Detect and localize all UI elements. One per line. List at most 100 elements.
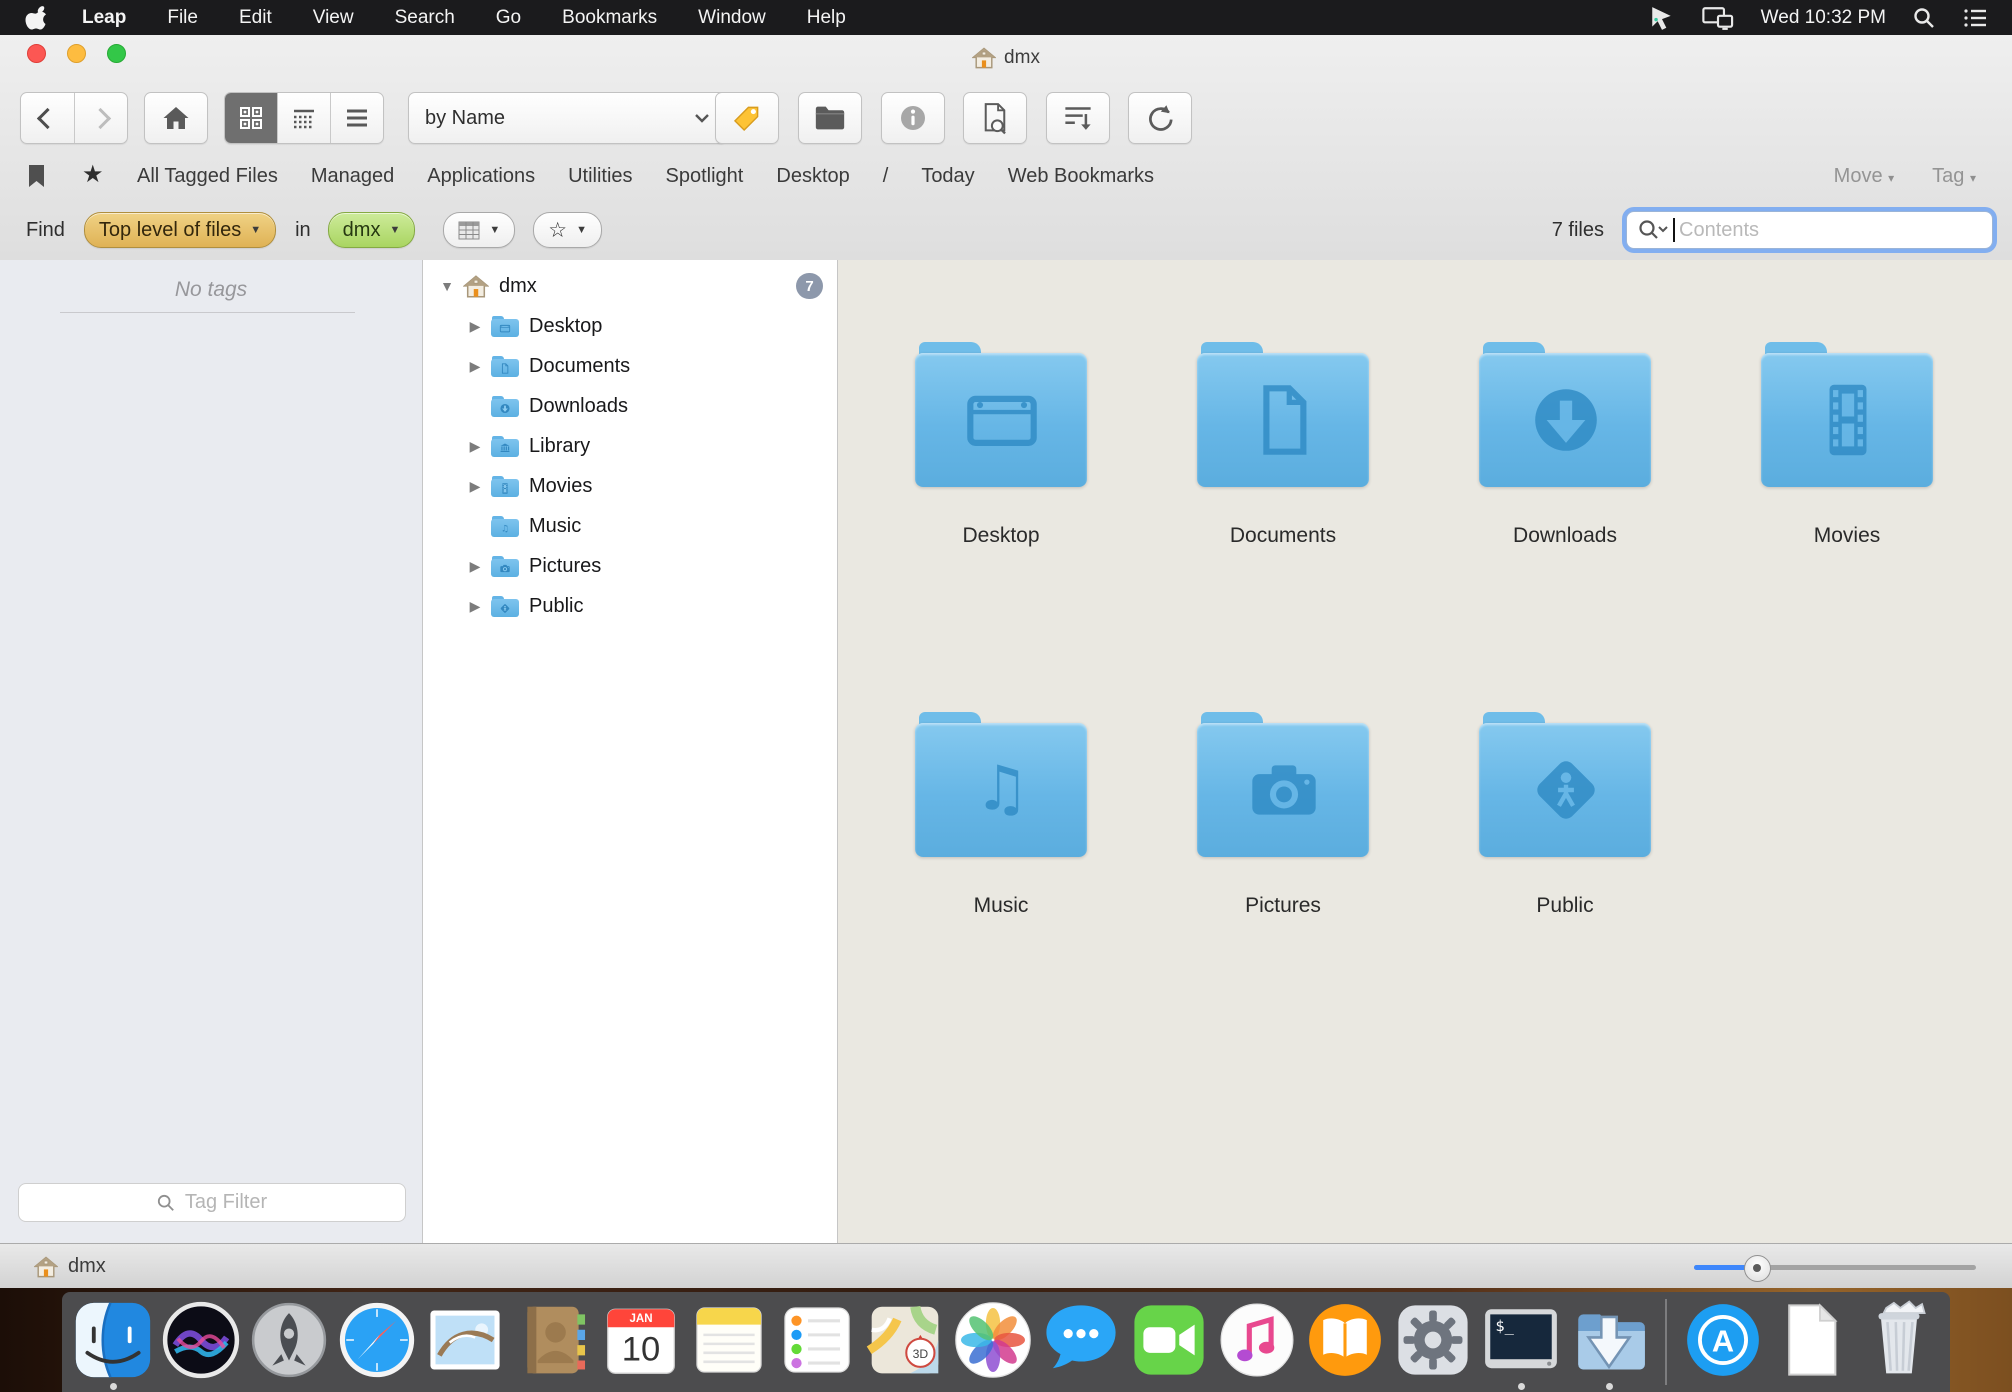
desktop-folder-icon[interactable] — [915, 342, 1087, 494]
disclosure-open-icon[interactable]: ▼ — [439, 278, 455, 294]
tree-item-desktop[interactable]: ▶ Desktop — [423, 306, 837, 346]
icon-view-button[interactable] — [225, 93, 277, 143]
music-folder-icon[interactable]: ♫ — [915, 712, 1087, 864]
arrange-button[interactable] — [1046, 92, 1110, 144]
pointer-icon[interactable] — [1649, 5, 1675, 31]
bookmark-item-desktop[interactable]: Desktop — [776, 165, 849, 188]
dock-notes-icon[interactable] — [688, 1299, 770, 1381]
menu-view[interactable]: View — [313, 7, 354, 29]
tag-filter-input[interactable]: Tag Filter — [18, 1183, 406, 1222]
dock-safari-icon[interactable] — [336, 1299, 418, 1381]
downloads-folder-icon[interactable] — [1479, 342, 1651, 494]
folder-public[interactable]: Public — [1424, 712, 1706, 918]
move-dropdown[interactable]: Move ▾ — [1834, 165, 1895, 188]
menu-help[interactable]: Help — [807, 7, 846, 29]
tree-item-music[interactable]: ♫ Music — [423, 506, 837, 546]
tree-item-movies[interactable]: ▶ Movies — [423, 466, 837, 506]
dock-contacts-icon[interactable] — [512, 1299, 594, 1381]
dock-calendar-icon[interactable]: JAN10 — [600, 1299, 682, 1381]
movies-folder-icon[interactable] — [1761, 342, 1933, 494]
refresh-button[interactable] — [1128, 92, 1192, 144]
bookmark-item-spotlight[interactable]: Spotlight — [666, 165, 744, 188]
dock-terminal-icon[interactable]: $_ — [1480, 1299, 1562, 1381]
menu-bookmarks[interactable]: Bookmarks — [562, 7, 657, 29]
dock-itunes-icon[interactable] — [1216, 1299, 1298, 1381]
tree-item-downloads[interactable]: Downloads — [423, 386, 837, 426]
dock-document-icon[interactable] — [1770, 1299, 1852, 1381]
tree-item-root[interactable]: ▼ dmx 7 — [423, 266, 837, 306]
new-folder-button[interactable] — [798, 92, 862, 144]
apple-logo-icon[interactable] — [22, 5, 52, 31]
tree-item-documents[interactable]: ▶ Documents — [423, 346, 837, 386]
disclosure-closed-icon[interactable]: ▶ — [467, 358, 483, 375]
disclosure-closed-icon[interactable]: ▶ — [467, 318, 483, 335]
dock-mail-icon[interactable] — [424, 1299, 506, 1381]
dock-ibooks-icon[interactable] — [1304, 1299, 1386, 1381]
sort-order-dropdown[interactable]: by Name — [408, 92, 727, 144]
tree-item-public[interactable]: ▶ Public — [423, 586, 837, 626]
home-button[interactable] — [144, 92, 208, 144]
folder-desktop[interactable]: Desktop — [860, 342, 1142, 548]
bookmark-item-applications[interactable]: Applications — [427, 165, 535, 188]
menu-leap[interactable]: Leap — [82, 7, 126, 29]
menu-edit[interactable]: Edit — [239, 7, 272, 29]
dock-maps-icon[interactable]: 3D — [864, 1299, 946, 1381]
bookmark-item--[interactable]: / — [883, 165, 889, 188]
dock-leap-icon[interactable] — [1568, 1299, 1650, 1381]
menu-clock[interactable]: Wed 10:32 PM — [1761, 7, 1886, 29]
displays-icon[interactable] — [1701, 5, 1735, 31]
scope-dropdown[interactable]: Top level of files▼ — [84, 212, 276, 248]
spotlight-search-icon[interactable] — [1912, 6, 1936, 30]
dock-trash-icon[interactable] — [1858, 1299, 1940, 1381]
preview-button[interactable] — [963, 92, 1027, 144]
folder-documents[interactable]: Documents — [1142, 342, 1424, 548]
bookmark-item-managed[interactable]: Managed — [311, 165, 394, 188]
bookmark-item-all-tagged-files[interactable]: All Tagged Files — [137, 165, 278, 188]
menu-file[interactable]: File — [167, 7, 198, 29]
forward-button[interactable] — [74, 93, 127, 143]
disclosure-closed-icon[interactable]: ▶ — [467, 478, 483, 495]
folder-movies[interactable]: Movies — [1706, 342, 1988, 548]
dock-reminders-icon[interactable] — [776, 1299, 858, 1381]
search-magnifier-icon[interactable] — [1638, 219, 1668, 241]
bookmark-icon[interactable] — [28, 164, 45, 188]
folder-pictures[interactable]: Pictures — [1142, 712, 1424, 918]
bookmark-item-web-bookmarks[interactable]: Web Bookmarks — [1008, 165, 1154, 188]
dock-facetime-icon[interactable] — [1128, 1299, 1210, 1381]
notification-center-icon[interactable] — [1962, 6, 1988, 30]
dock-app-store-icon[interactable]: A — [1682, 1299, 1764, 1381]
tree-item-pictures[interactable]: ▶ Pictures — [423, 546, 837, 586]
title-bar[interactable]: dmx — [0, 35, 2012, 80]
bookmark-item-utilities[interactable]: Utilities — [568, 165, 632, 188]
disclosure-closed-icon[interactable]: ▶ — [467, 558, 483, 575]
tag-dropdown[interactable]: Tag ▾ — [1932, 165, 1976, 188]
location-dropdown[interactable]: dmx▼ — [328, 212, 416, 248]
bookmark-item-today[interactable]: Today — [921, 165, 974, 188]
columns-dropdown[interactable]: ▼ — [443, 212, 515, 248]
info-button[interactable] — [881, 92, 945, 144]
folder-downloads[interactable]: Downloads — [1424, 342, 1706, 548]
menu-window[interactable]: Window — [698, 7, 766, 29]
back-button[interactable] — [22, 93, 74, 143]
public-folder-icon[interactable] — [1479, 712, 1651, 864]
tag-button[interactable] — [715, 92, 779, 144]
disclosure-closed-icon[interactable]: ▶ — [467, 438, 483, 455]
documents-folder-icon[interactable] — [1197, 342, 1369, 494]
dock-siri-icon[interactable] — [160, 1299, 242, 1381]
slider-knob[interactable] — [1744, 1255, 1771, 1282]
disclosure-closed-icon[interactable]: ▶ — [467, 598, 483, 615]
list-view-button[interactable] — [330, 93, 383, 143]
search-input[interactable] — [1626, 211, 1993, 249]
rating-dropdown[interactable]: ☆▼ — [533, 212, 602, 248]
menu-search[interactable]: Search — [395, 7, 455, 29]
pictures-folder-icon[interactable] — [1197, 712, 1369, 864]
dock-finder-icon[interactable] — [72, 1299, 154, 1381]
dock-messages-icon[interactable] — [1040, 1299, 1122, 1381]
dock-system-preferences-icon[interactable] — [1392, 1299, 1474, 1381]
folder-music[interactable]: ♫ Music — [860, 712, 1142, 918]
tree-item-library[interactable]: ▶ Library — [423, 426, 837, 466]
dock-launchpad-icon[interactable] — [248, 1299, 330, 1381]
menu-go[interactable]: Go — [496, 7, 521, 29]
dock-photos-icon[interactable] — [952, 1299, 1034, 1381]
list-thumb-view-button[interactable] — [277, 93, 330, 143]
